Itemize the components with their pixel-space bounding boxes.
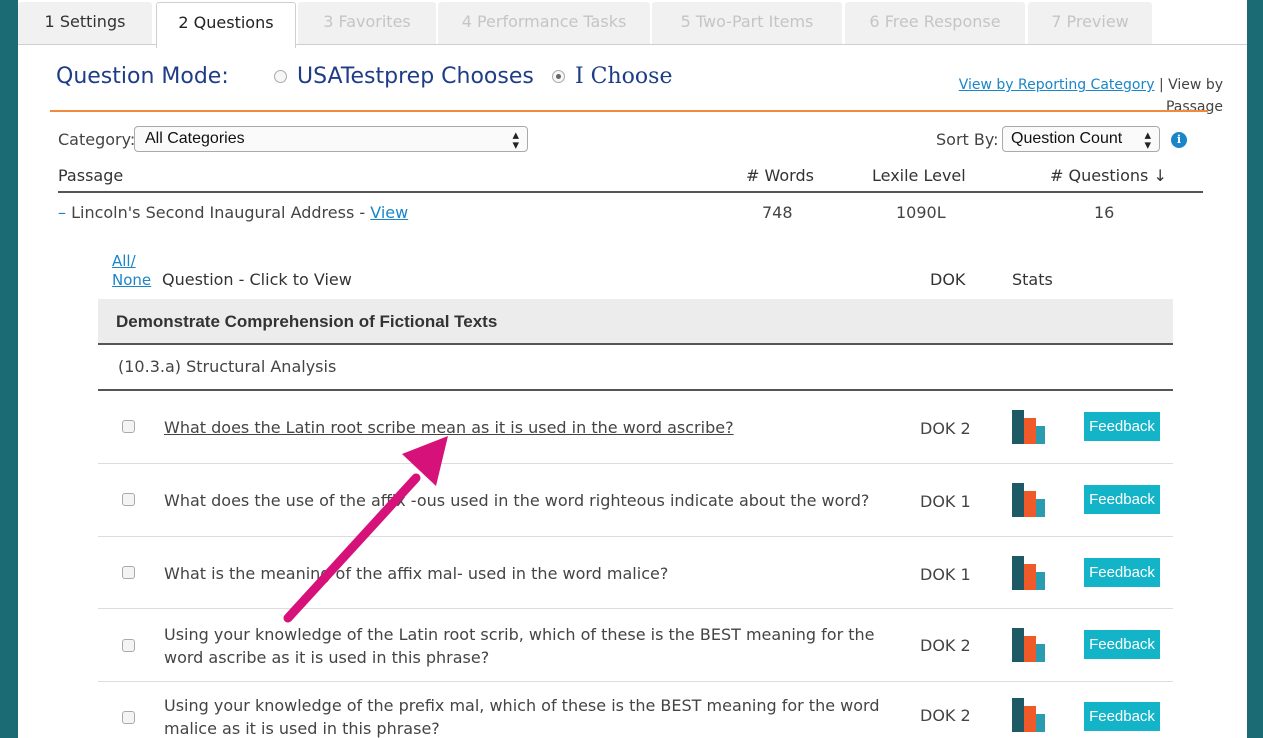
passage-column-header: Passage	[58, 166, 124, 185]
passage-title: Lincoln's Second Inaugural Address -	[71, 203, 371, 222]
tab-free-response: 6 Free Response	[845, 2, 1025, 45]
question-text-link[interactable]: Using your knowledge of the prefix mal, …	[164, 694, 884, 738]
standard-category-heading: Demonstrate Comprehension of Fictional T…	[98, 299, 1173, 345]
question-row: What does the use of the affix -ous used…	[98, 464, 1173, 537]
wizard-tabs: 1 Settings 2 Questions 3 Favorites 4 Per…	[18, 0, 1247, 48]
feedback-button[interactable]: Feedback	[1084, 702, 1160, 731]
radio-checked-icon[interactable]	[552, 70, 565, 83]
words-column-header[interactable]: # Words	[746, 166, 814, 185]
question-checkbox[interactable]	[122, 711, 135, 724]
question-row: What does the Latin root scribe mean as …	[98, 391, 1173, 464]
question-dok: DOK 2	[920, 419, 971, 438]
question-dok: DOK 1	[920, 565, 971, 584]
radio-usatestprep-chooses[interactable]: USATestprep Chooses	[274, 64, 534, 89]
sort-by-label: Sort By:	[936, 130, 999, 149]
radio-unchecked-icon[interactable]	[274, 70, 287, 83]
section-divider	[50, 110, 1208, 112]
question-text-link[interactable]: What is the meaning of the affix mal- us…	[164, 562, 884, 585]
main-panel: 1 Settings 2 Questions 3 Favorites 4 Per…	[18, 0, 1247, 738]
category-select[interactable]: All Categories ▴ ▾	[134, 126, 528, 152]
select-arrows-icon: ▴ ▾	[512, 127, 519, 152]
tab-preview: 7 Preview	[1028, 2, 1152, 45]
table-header-rule	[58, 191, 1203, 193]
question-row: What is the meaning of the affix mal- us…	[98, 537, 1173, 609]
stats-bar-chart-icon[interactable]	[1012, 483, 1048, 517]
collapse-icon[interactable]: –	[58, 203, 66, 222]
questions-column-header[interactable]: # Questions ↓	[1050, 166, 1167, 185]
question-checkbox[interactable]	[122, 639, 135, 652]
tab-performance-tasks: 4 Performance Tasks	[438, 2, 650, 45]
passage-lexile: 1090L	[896, 203, 946, 222]
question-dok: DOK 1	[920, 492, 971, 511]
view-passage-link[interactable]: View	[370, 203, 408, 222]
view-links-separator: |	[1158, 77, 1164, 93]
feedback-button[interactable]: Feedback	[1084, 558, 1160, 587]
radio-label-usatestprep: USATestprep Chooses	[297, 64, 534, 89]
question-text-link[interactable]: What does the Latin root scribe mean as …	[164, 416, 884, 439]
view-by-category-link[interactable]: View by Reporting Category	[959, 77, 1155, 93]
stats-bar-chart-icon[interactable]	[1012, 410, 1048, 444]
select-all-link[interactable]: All/	[112, 252, 151, 271]
question-row: Using your knowledge of the Latin root s…	[98, 609, 1173, 682]
question-dok: DOK 2	[920, 636, 971, 655]
tab-questions[interactable]: 2 Questions	[156, 2, 296, 48]
select-all-none: All/ None	[112, 252, 151, 290]
question-row: Using your knowledge of the prefix mal, …	[98, 682, 1173, 738]
stats-bar-chart-icon[interactable]	[1012, 628, 1048, 662]
dok-column-header: DOK	[930, 270, 966, 289]
stats-bar-chart-icon[interactable]	[1012, 698, 1048, 732]
info-icon[interactable]: i	[1171, 132, 1187, 148]
question-checkbox[interactable]	[122, 420, 135, 433]
question-dok: DOK 2	[920, 706, 971, 725]
feedback-button[interactable]: Feedback	[1084, 630, 1160, 659]
sort-by-select[interactable]: Question Count ▴ ▾	[1002, 126, 1160, 152]
question-mode-label: Question Mode:	[56, 64, 229, 89]
stats-bar-chart-icon[interactable]	[1012, 556, 1048, 590]
standard-subcategory: (10.3.a) Structural Analysis	[98, 345, 1173, 391]
category-filter-label: Category:	[58, 130, 136, 149]
category-select-value: All Categories	[145, 130, 245, 147]
passage-question-count: 16	[1094, 203, 1115, 222]
feedback-button[interactable]: Feedback	[1084, 412, 1160, 441]
question-checkbox[interactable]	[122, 566, 135, 579]
tab-settings[interactable]: 1 Settings	[18, 2, 152, 45]
select-arrows-icon: ▴ ▾	[1144, 127, 1151, 152]
stats-column-header: Stats	[1012, 270, 1053, 289]
radio-i-choose[interactable]: I Choose	[552, 64, 673, 89]
radio-label-i-choose: I Choose	[575, 64, 673, 89]
question-text-link[interactable]: Using your knowledge of the Latin root s…	[164, 623, 884, 669]
lexile-column-header[interactable]: Lexile Level	[872, 166, 966, 185]
sort-select-value: Question Count	[1011, 130, 1123, 147]
tab-two-part-items: 5 Two-Part Items	[652, 2, 842, 45]
tab-favorites: 3 Favorites	[298, 2, 436, 45]
select-none-link[interactable]: None	[112, 271, 151, 290]
question-checkbox[interactable]	[122, 493, 135, 506]
question-column-header: Question - Click to View	[162, 270, 352, 289]
passage-word-count: 748	[762, 203, 793, 222]
question-text-link[interactable]: What does the use of the affix -ous used…	[164, 489, 884, 512]
passage-row: – Lincoln's Second Inaugural Address - V…	[58, 203, 408, 222]
feedback-button[interactable]: Feedback	[1084, 485, 1160, 514]
